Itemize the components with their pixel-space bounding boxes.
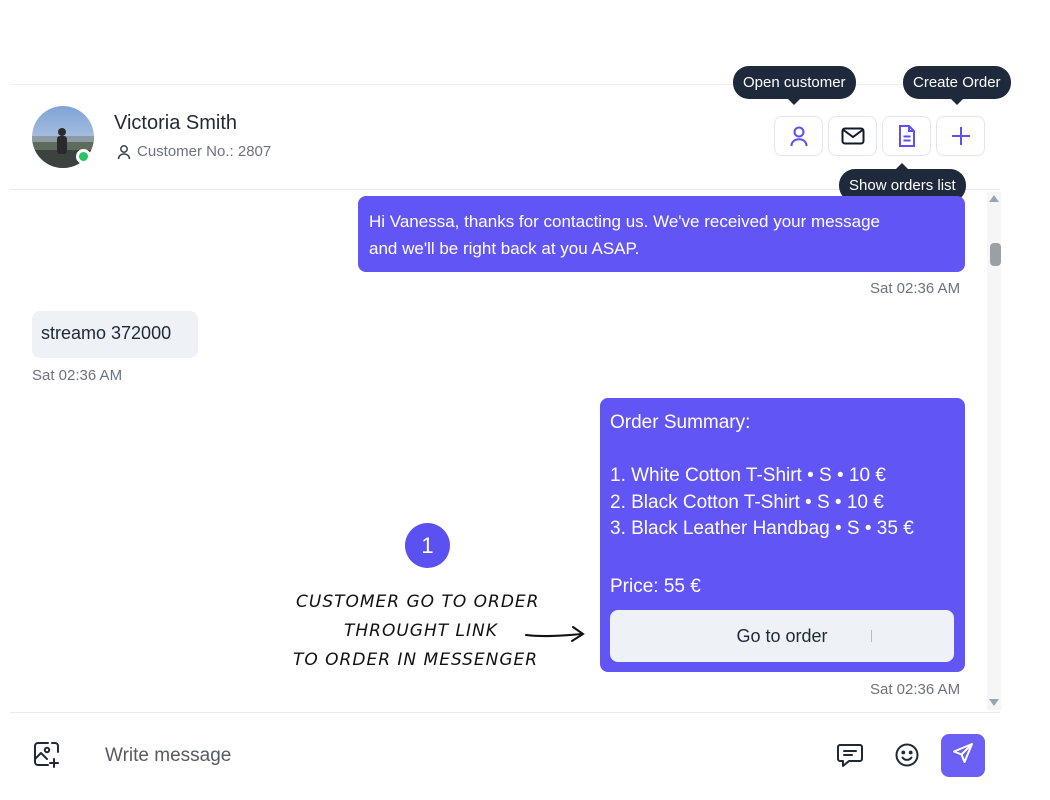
message-timestamp: Sat 02:36 AM — [870, 280, 961, 297]
annotation-line: CUSTOMER GO TO ORDER — [296, 592, 540, 612]
orders-list-button[interactable] — [882, 116, 931, 156]
annotation-arrow-icon — [524, 624, 588, 651]
plus-icon — [950, 125, 972, 147]
scrollbar-thumb[interactable] — [990, 243, 1001, 266]
scroll-up-arrow[interactable] — [989, 195, 999, 202]
outgoing-message: Hi Vanessa, thanks for contacting us. We… — [358, 196, 965, 272]
user-icon — [789, 125, 809, 147]
smile-icon — [894, 743, 920, 772]
send-icon — [952, 742, 974, 769]
annotation-line: THROUGHT LINK — [344, 621, 498, 641]
order-item: 2. Black Cotton T-Shirt • S • 10 € — [610, 491, 884, 513]
contact-name: Victoria Smith — [114, 112, 238, 134]
image-add-icon — [32, 742, 62, 774]
emoji-button[interactable] — [894, 742, 920, 773]
scrollbar-track[interactable] — [987, 192, 1001, 710]
send-email-button[interactable] — [828, 116, 877, 156]
document-icon — [897, 124, 917, 148]
order-item: 1. White Cotton T-Shirt • S • 10 € — [610, 465, 886, 486]
online-status-dot — [76, 149, 91, 164]
mail-icon — [841, 127, 865, 145]
composer-divider — [10, 712, 1000, 713]
message-text: streamo 372000 — [41, 323, 172, 343]
user-icon — [117, 144, 131, 160]
incoming-message: streamo 372000 — [32, 311, 198, 358]
order-summary-spacer — [610, 437, 955, 464]
message-timestamp: Sat 02:36 AM — [870, 681, 961, 698]
scroll-down-arrow[interactable] — [989, 699, 999, 706]
create-order-tooltip: Create Order — [903, 66, 1011, 105]
message-text-line: Hi Vanessa, thanks for contacting us. We… — [369, 212, 880, 231]
send-button[interactable] — [941, 734, 985, 777]
go-to-order-button[interactable]: Go to order — [610, 610, 954, 662]
chat-icon — [836, 744, 864, 772]
annotation-line: TO ORDER IN MESSENGER — [293, 650, 539, 670]
message-timestamp: Sat 02:36 AM — [32, 367, 123, 384]
order-price: Price: 55 € — [610, 576, 701, 597]
attach-image-button[interactable] — [32, 740, 62, 775]
open-customer-tooltip: Open customer — [733, 66, 856, 105]
create-order-button[interactable] — [936, 116, 985, 156]
order-summary-message: Order Summary: 1. White Cotton T-Shirt •… — [600, 398, 965, 672]
quick-reply-button[interactable] — [836, 742, 864, 773]
customer-number-text: Customer No.: 2807 — [137, 143, 272, 160]
order-summary-title: Order Summary: — [610, 412, 751, 433]
open-customer-button[interactable] — [774, 116, 823, 156]
step-number-badge: 1 — [405, 523, 450, 568]
message-text-line: and we'll be right back at you ASAP. — [369, 239, 640, 258]
order-item: 3. Black Leather Handbag • S • 35 € — [610, 518, 914, 539]
message-input[interactable] — [100, 738, 800, 774]
customer-number: Customer No.: 2807 — [117, 143, 271, 160]
